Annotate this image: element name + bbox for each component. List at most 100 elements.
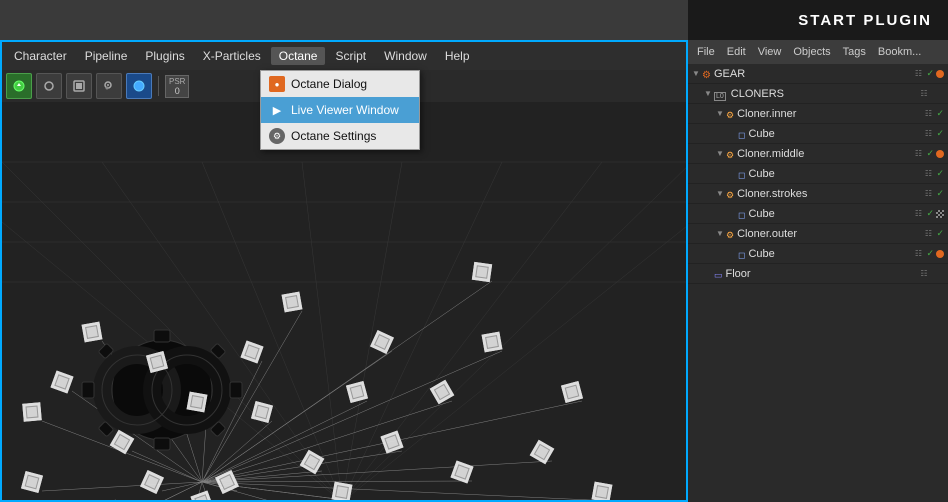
check-icon-cube4: ✓ (926, 248, 934, 259)
node-type-icon-floor: ▭ (714, 267, 723, 281)
rmenu-file[interactable]: File (692, 44, 720, 60)
live-viewer-icon: ▶ (269, 102, 285, 118)
tree-node-label-cube3: Cube (748, 208, 912, 220)
orange-dot-cloner-middle (936, 150, 944, 158)
tree-node-label-floor: Floor (726, 268, 918, 280)
tree-node-cloner-middle[interactable]: ▼⚙Cloner.middle☷✓ (688, 144, 948, 164)
tree-node-icons-floor: ☷ (918, 268, 948, 280)
checker-icon-cube3 (936, 210, 944, 218)
rmenu-edit[interactable]: Edit (722, 44, 751, 60)
doc-icon-cloner-outer: ☷ (922, 228, 934, 240)
scene-cube-28 (215, 470, 239, 494)
expand-arrow-cloner-outer: ▼ (716, 229, 726, 238)
header-bar: START PLUGIN (688, 0, 948, 40)
tree-node-floor[interactable]: ▭Floor☷ (688, 264, 948, 284)
right-menu-bar: File Edit View Objects Tags Bookm... (688, 40, 948, 64)
doc-icon-cloner-middle: ☷ (912, 148, 924, 160)
octane-render-btn[interactable] (6, 73, 32, 99)
menu-help[interactable]: Help (437, 47, 478, 65)
tree-node-icons-cloner-strokes: ☷✓ (922, 188, 948, 200)
tree-node-cloner-inner[interactable]: ▼⚙Cloner.inner☷✓ (688, 104, 948, 124)
tree-node-cloner-strokes[interactable]: ▼⚙Cloner.strokes☷✓ (688, 184, 948, 204)
menu-plugins[interactable]: Plugins (137, 47, 192, 65)
rmenu-objects[interactable]: Objects (788, 44, 835, 60)
node-type-icon-cube4: ◻ (738, 247, 745, 261)
right-panel: File Edit View Objects Tags Bookm... ▼⚙G… (688, 40, 948, 502)
node-type-icon-cube2: ◻ (738, 167, 745, 181)
tree-node-label-cube2: Cube (748, 168, 922, 180)
scene-cube-29 (472, 262, 492, 282)
menu-window[interactable]: Window (376, 47, 435, 65)
tree-node-icons-cube1: ☷✓ (922, 128, 948, 140)
doc-icon-cloner-inner: ☷ (922, 108, 934, 120)
dropdown-settings[interactable]: ⚙ Octane Settings (261, 123, 419, 149)
check-icon-cloner-strokes: ✓ (936, 188, 944, 199)
tree-node-cube3[interactable]: ◻Cube☷✓ (688, 204, 948, 224)
doc-icon-cube1: ☷ (922, 128, 934, 140)
doc-icon-cloner-strokes: ☷ (922, 188, 934, 200)
menu-character[interactable]: Character (6, 47, 75, 65)
psr-value: 0 (175, 86, 180, 96)
node-type-icon-cloner-inner: ⚙ (726, 107, 734, 121)
scene-cube-7 (190, 490, 213, 500)
doc-icon-floor: ☷ (918, 268, 930, 280)
scene-cube-20 (450, 460, 473, 483)
node-type-icon-cube3: ◻ (738, 207, 745, 221)
rmenu-view[interactable]: View (753, 44, 787, 60)
tree-node-icons-cloner-outer: ☷✓ (922, 228, 948, 240)
doc-icon-cloners: ☷ (918, 88, 930, 100)
node-type-icon-cloner-strokes: ⚙ (726, 187, 734, 201)
menu-script[interactable]: Script (327, 47, 374, 65)
scene-cube-6 (140, 470, 164, 494)
tree-node-cube1[interactable]: ◻Cube☷✓ (688, 124, 948, 144)
orange-dot-gear (936, 70, 944, 78)
check-placeholder-cloners (932, 88, 944, 100)
dropdown-octane-dialog[interactable]: ● Octane Dialog (261, 71, 419, 97)
tree-node-gear[interactable]: ▼⚙GEAR☷✓ (688, 64, 948, 84)
tree-node-icons-gear: ☷✓ (912, 68, 948, 80)
tree-node-label-cloners: CLONERS (731, 88, 918, 100)
rmenu-bookmarks[interactable]: Bookm... (873, 44, 926, 60)
scene-cube-21 (482, 332, 503, 353)
object-tree: ▼⚙GEAR☷✓▼L0CLONERS☷▼⚙Cloner.inner☷✓◻Cube… (688, 64, 948, 502)
doc-icon-cube2: ☷ (922, 168, 934, 180)
scene-cube-17 (380, 430, 403, 453)
doc-icon-cube3: ☷ (912, 208, 924, 220)
menu-xparticles[interactable]: X-Particles (195, 47, 269, 65)
doc-icon-gear: ☷ (912, 68, 924, 80)
check-placeholder-floor (932, 268, 944, 280)
tree-node-cloners[interactable]: ▼L0CLONERS☷ (688, 84, 948, 104)
scene-area (2, 102, 686, 500)
check-icon-cloner-inner: ✓ (936, 108, 944, 119)
tree-node-icons-cube4: ☷✓ (912, 248, 948, 260)
scene-cube-5 (187, 392, 208, 413)
tree-node-icons-cloner-middle: ☷✓ (912, 148, 948, 160)
expand-arrow-gear: ▼ (692, 69, 702, 78)
tree-node-cloner-outer[interactable]: ▼⚙Cloner.outer☷✓ (688, 224, 948, 244)
settings-icon: ⚙ (269, 128, 285, 144)
dropdown-dialog-label: Octane Dialog (291, 77, 367, 91)
tree-node-cube4[interactable]: ◻Cube☷✓ (688, 244, 948, 264)
toolbar-btn-2[interactable] (66, 73, 92, 99)
tree-node-icons-cloner-inner: ☷✓ (922, 108, 948, 120)
scene-cube-1 (82, 322, 103, 343)
expand-arrow-cloner-strokes: ▼ (716, 189, 726, 198)
scene-cube-14 (346, 381, 368, 403)
toolbar-btn-blue[interactable] (126, 73, 152, 99)
toolbar-btn-1[interactable] (36, 73, 62, 99)
tree-node-cube2[interactable]: ◻Cube☷✓ (688, 164, 948, 184)
toolbar-btn-3[interactable] (96, 73, 122, 99)
orange-dot-cube4 (936, 250, 944, 258)
rmenu-tags[interactable]: Tags (838, 44, 871, 60)
menu-pipeline[interactable]: Pipeline (77, 47, 136, 65)
psr-label: PSR (169, 77, 185, 86)
scene-cube-15 (332, 482, 353, 500)
tree-node-label-cube4: Cube (748, 248, 912, 260)
dropdown-live-viewer[interactable]: ▶ Live Viewer Window (261, 97, 419, 123)
menu-octane[interactable]: Octane (271, 47, 326, 65)
tree-node-label-cloner-strokes: Cloner.strokes (737, 188, 922, 200)
dropdown-live-viewer-label: Live Viewer Window (291, 103, 399, 117)
toolbar-separator-1 (158, 76, 159, 96)
dropdown-settings-label: Octane Settings (291, 129, 376, 143)
scene-cube-16 (370, 330, 394, 354)
